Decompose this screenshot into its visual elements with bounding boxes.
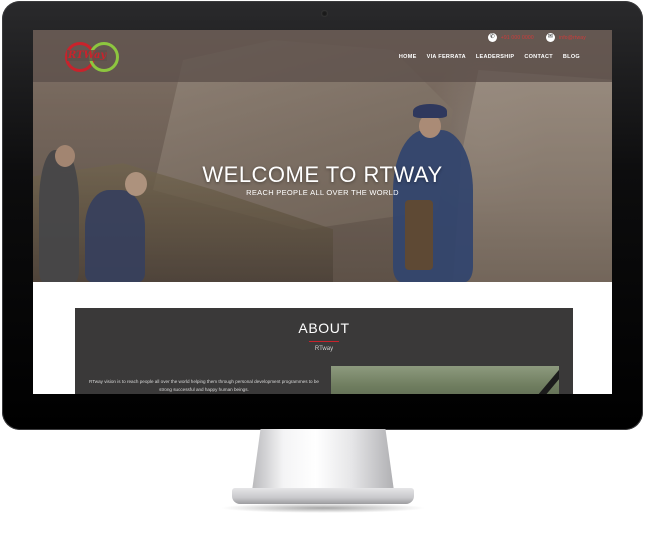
nav-item-contact[interactable]: CONTACT <box>524 54 553 60</box>
monitor-shadow <box>220 503 426 513</box>
about-divider <box>309 341 339 342</box>
about-section: ABOUT RTway RTway vision is to reach peo… <box>75 308 573 394</box>
about-subtitle: RTway <box>314 346 334 352</box>
site-header: RTWay ✆ +91 000 0000 ✉ info@rtway HOME V… <box>33 30 612 82</box>
hero-title: WELCOME TO RTWAY <box>202 162 443 187</box>
about-text: RTway vision is to reach people all over… <box>89 379 319 392</box>
contact-bar: ✆ +91 000 0000 ✉ info@rtway <box>487 33 586 42</box>
monitor-stand-base <box>232 488 414 504</box>
about-photo <box>331 366 559 394</box>
email-address: info@rtway <box>558 34 586 41</box>
monitor-stand-neck <box>252 429 394 491</box>
nav-item-via-ferrata[interactable]: VIA FERRATA <box>427 54 466 60</box>
phone-number: +91 000 0000 <box>500 34 534 41</box>
photo-strap <box>524 366 559 394</box>
logo-text: RTWay <box>67 50 108 61</box>
site-logo[interactable]: RTWay <box>61 40 121 78</box>
contact-email[interactable]: ✉ info@rtway <box>545 33 586 42</box>
contact-phone[interactable]: ✆ +91 000 0000 <box>487 33 534 42</box>
phone-icon: ✆ <box>487 33 497 42</box>
website-screen: WELCOME TO RTWAY REACH PEOPLE ALL OVER T… <box>33 30 612 394</box>
email-icon: ✉ <box>545 33 555 42</box>
hero-subtitle: REACH PEOPLE ALL OVER THE WORLD <box>246 188 399 197</box>
nav-item-home[interactable]: HOME <box>399 54 417 60</box>
nav-item-leadership[interactable]: LEADERSHIP <box>476 54 514 60</box>
camera-icon <box>321 10 328 17</box>
about-title: ABOUT <box>298 320 350 336</box>
main-nav: HOME VIA FERRATA LEADERSHIP CONTACT BLOG <box>399 54 580 60</box>
nav-item-blog[interactable]: BLOG <box>563 54 580 60</box>
